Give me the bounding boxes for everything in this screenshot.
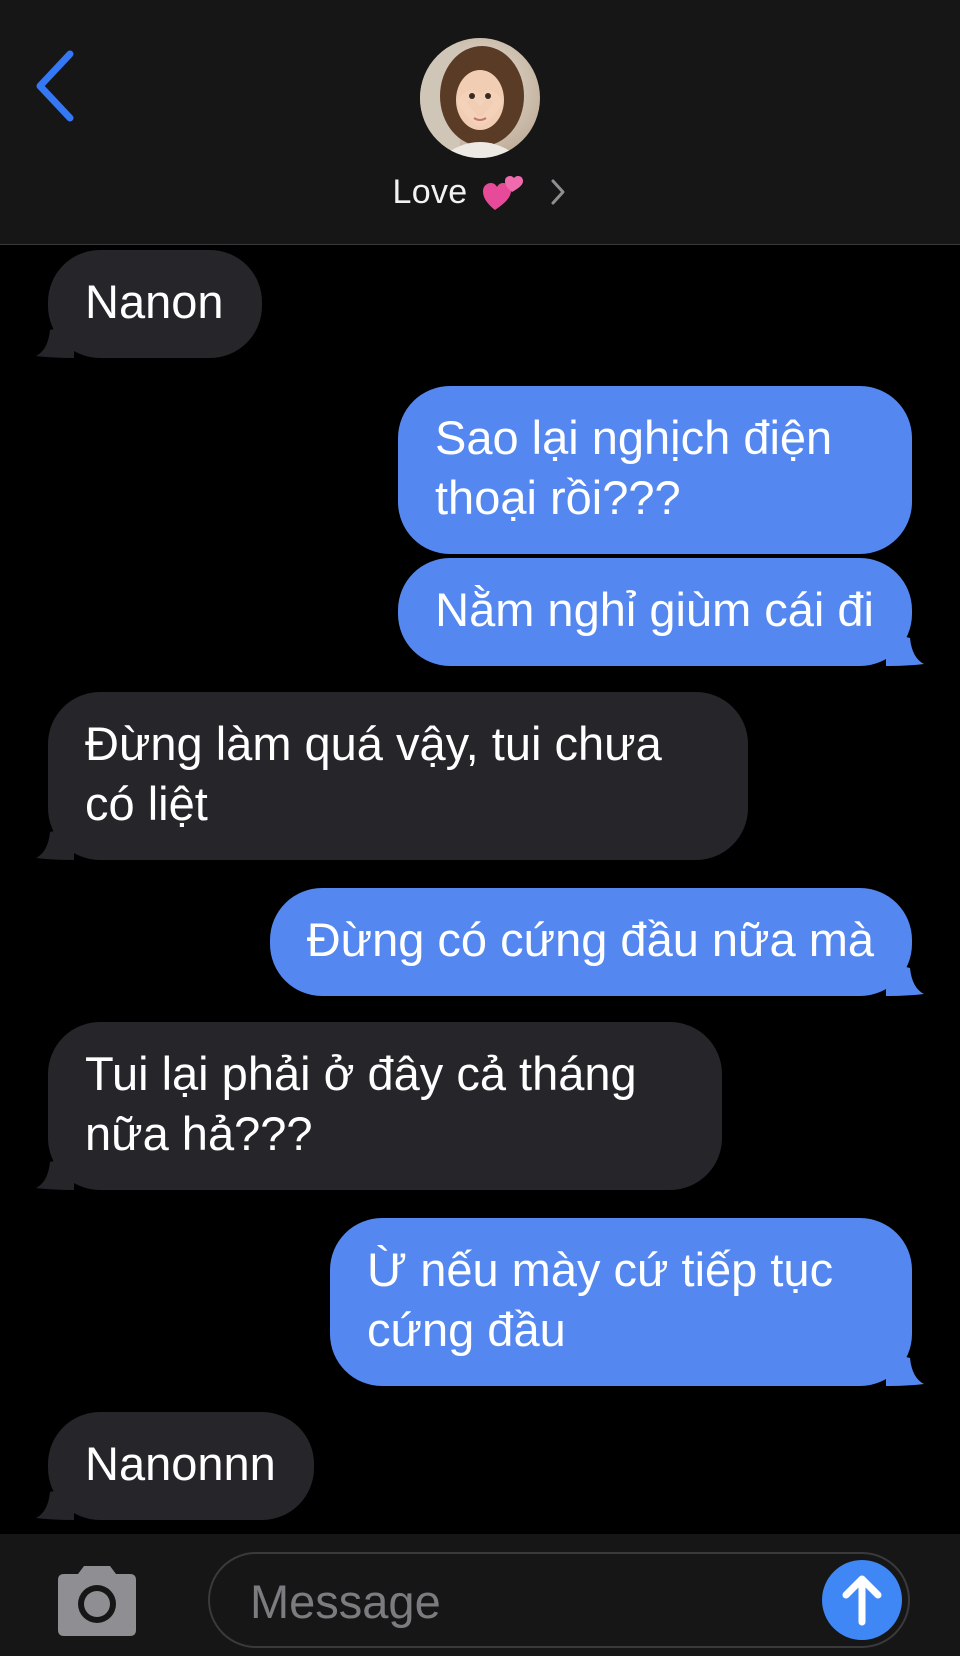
- incoming-bubble-tail: [36, 1486, 74, 1520]
- incoming-bubble-tail: [36, 324, 74, 358]
- incoming-message[interactable]: Nanonnn: [48, 1412, 314, 1520]
- compose-bar: [0, 1534, 960, 1656]
- outgoing-bubble-tail: [886, 1352, 924, 1386]
- contact-avatar[interactable]: [420, 38, 540, 158]
- incoming-message[interactable]: Nanon: [48, 250, 262, 358]
- back-chevron-icon[interactable]: [32, 48, 82, 124]
- send-button[interactable]: [822, 1560, 902, 1640]
- incoming-message[interactable]: Tui lại phải ở đây cả tháng nữa hả???: [48, 1022, 722, 1190]
- contact-info-button[interactable]: Love: [0, 164, 960, 220]
- outgoing-message[interactable]: Nằm nghỉ giùm cái đi: [398, 558, 912, 666]
- avatar-photo: [420, 38, 540, 158]
- outgoing-bubble-tail: [886, 632, 924, 666]
- outgoing-bubble-tail: [886, 962, 924, 996]
- outgoing-message[interactable]: Sao lại nghịch điện thoại rồi???: [398, 386, 912, 554]
- camera-icon[interactable]: [50, 1562, 144, 1640]
- outgoing-message[interactable]: Ừ nếu mày cứ tiếp tục cứng đầu: [330, 1218, 912, 1386]
- incoming-message[interactable]: Đừng làm quá vậy, tui chưa có liệt: [48, 692, 748, 860]
- contact-name: Love: [392, 172, 468, 211]
- arrow-up-icon: [842, 1575, 882, 1626]
- message-field: [208, 1552, 910, 1648]
- incoming-bubble-tail: [36, 1156, 74, 1190]
- conversation-header: Love: [0, 0, 960, 245]
- outgoing-message[interactable]: Đừng có cứng đầu nữa mà: [269, 888, 912, 996]
- message-input[interactable]: [248, 1554, 812, 1648]
- two-hearts-icon: [483, 176, 524, 210]
- incoming-bubble-tail: [36, 826, 74, 860]
- chevron-right-icon: [551, 179, 565, 205]
